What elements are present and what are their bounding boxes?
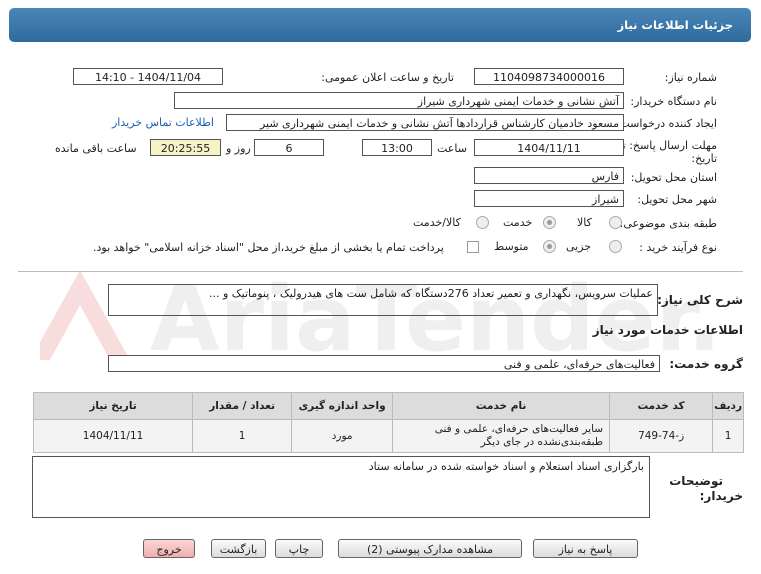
service-group-label: گروه خدمت: [669, 357, 743, 371]
table-header-row: ردیف کد خدمت نام خدمت واحد اندازه گیری ت… [32, 392, 744, 420]
print-button[interactable]: چاپ [275, 539, 323, 558]
category-option-both: کالا/خدمت [413, 216, 461, 229]
col-unit: واحد اندازه گیری [291, 392, 394, 420]
divider [18, 271, 743, 272]
category-radio-service[interactable] [543, 216, 556, 229]
services-section-title: اطلاعات خدمات مورد نیاز [592, 323, 743, 337]
cell-service-code: ز-74-749 [609, 419, 714, 453]
category-label: طبقه بندی موضوعی: [619, 217, 717, 230]
days-field[interactable]: 6 [254, 139, 324, 156]
process-option-medium: متوسط [494, 240, 529, 253]
category-option-goods: کالا [577, 216, 592, 229]
deadline-date-field[interactable]: 1404/11/11 [474, 139, 624, 156]
service-group-field[interactable]: فعالیت‌های حرفه‌ای، علمی و فنی [108, 355, 660, 372]
creator-label: ایجاد کننده درخواست: [615, 117, 717, 130]
buyer-contact-link[interactable]: اطلاعات تماس خریدار [112, 116, 214, 129]
payment-note: پرداخت تمام یا بخشی از مبلغ خرید،از محل … [93, 241, 444, 254]
remaining-label: ساعت باقی مانده [55, 142, 137, 155]
days-label: روز و [226, 142, 251, 155]
deadline-label: مهلت ارسال پاسخ: تا [619, 139, 717, 152]
page-title: جزئیات اطلاعات نیاز [617, 18, 733, 32]
process-label: نوع فرآیند خرید : [639, 241, 717, 254]
table-row[interactable]: 1 ز-74-749 سایر فعالیت‌های حرفه‌ای، علمی… [32, 419, 744, 453]
cell-row: 1 [712, 419, 744, 453]
province-label: استان محل تحویل: [630, 171, 717, 184]
process-radio-medium[interactable] [543, 240, 556, 253]
announce-datetime-field[interactable]: 1404/11/04 - 14:10 [73, 68, 223, 85]
reply-button[interactable]: پاسخ به نیاز [533, 539, 638, 558]
announce-label: تاریخ و ساعت اعلان عمومی: [321, 71, 454, 84]
cell-service-name: سایر فعالیت‌های حرفه‌ای، علمی و فنی طبقه… [392, 419, 611, 453]
province-field[interactable]: فارس [474, 167, 624, 184]
process-radio-minor[interactable] [609, 240, 622, 253]
buyer-notes-textarea[interactable]: بارگزاری اسناد استعلام و اسناد خواسته شد… [32, 456, 650, 518]
page-header: جزئیات اطلاعات نیاز [9, 8, 751, 42]
notes-label-2: خریدار: [699, 489, 743, 503]
buyer-label: نام دستگاه خریدار: [630, 95, 717, 108]
view-attachments-button[interactable]: مشاهده مدارک پیوستی (2) [338, 539, 522, 558]
services-table: ردیف کد خدمت نام خدمت واحد اندازه گیری ت… [32, 392, 744, 453]
summary-label: شرح کلی نیاز: [657, 293, 743, 307]
creator-field[interactable]: مسعود خادمیان کارشناس قراردادها آتش نشان… [226, 114, 624, 131]
need-number-field[interactable]: 1104098734000016 [474, 68, 624, 85]
cell-need-date: 1404/11/11 [32, 419, 194, 453]
category-radio-goods[interactable] [609, 216, 622, 229]
summary-textarea[interactable]: عملیات سرویس، نگهداری و تعمیر تعداد 276د… [108, 284, 658, 316]
city-label: شهر محل تحویل: [637, 193, 717, 206]
col-quantity: تعداد / مقدار [192, 392, 293, 420]
col-row: ردیف [712, 392, 744, 420]
deadline-time-field[interactable]: 13:00 [362, 139, 432, 156]
cell-quantity: 1 [192, 419, 293, 453]
remaining-time-field: 20:25:55 [150, 139, 221, 156]
col-service-name: نام خدمت [392, 392, 611, 420]
back-button[interactable]: بازگشت [211, 539, 266, 558]
buyer-field[interactable]: آتش نشانی و خدمات ایمنی شهرداری شیراز [174, 92, 624, 109]
cell-unit: مورد [291, 419, 394, 453]
deadline-label-2: تاریخ: [691, 152, 717, 165]
notes-label: توضیحات [669, 474, 723, 488]
process-option-minor: جزیی [566, 240, 592, 253]
category-option-service: خدمت [503, 216, 533, 229]
city-field[interactable]: شیراز [474, 190, 624, 207]
col-service-code: کد خدمت [609, 392, 714, 420]
need-number-label: شماره نیاز: [664, 71, 717, 84]
exit-button[interactable]: خروج [143, 539, 195, 558]
category-radio-both[interactable] [476, 216, 489, 229]
col-need-date: تاریخ نیاز [32, 392, 194, 420]
time-label: ساعت [437, 142, 467, 155]
treasury-checkbox[interactable] [467, 241, 479, 253]
